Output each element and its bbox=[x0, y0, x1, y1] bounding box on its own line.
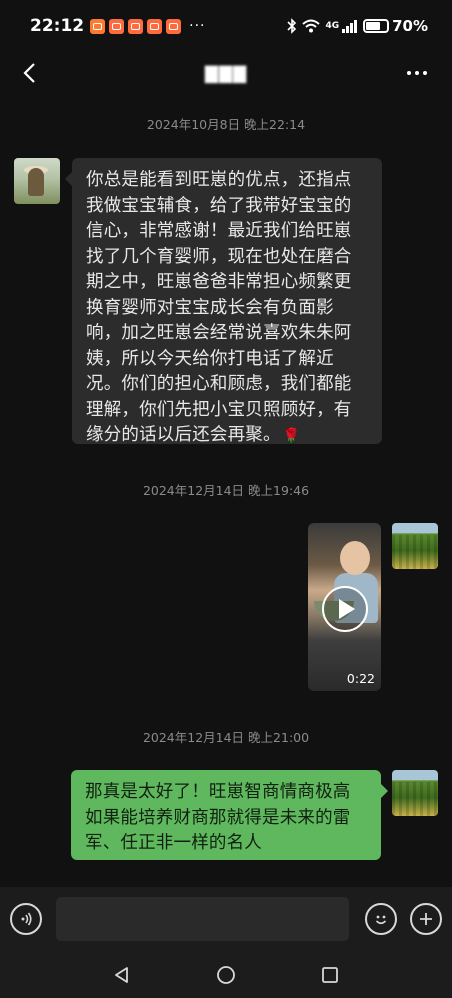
message-bubble-sent[interactable]: 那真是太好了！旺崽智商情商极高如果能培养财商那就得是未来的雷军、任正非一样的名人 bbox=[71, 770, 388, 860]
emoji-button[interactable] bbox=[365, 903, 397, 935]
chat-title: ▇▇▇ bbox=[204, 64, 248, 84]
battery-level-fill bbox=[366, 22, 381, 30]
signal-icon bbox=[342, 20, 358, 33]
bluetooth-icon bbox=[287, 18, 297, 34]
status-right: 4G 70% bbox=[287, 17, 428, 35]
chat-screen: 22:12 ··· 4G 70% ▇▇▇ 2024年10月8日 晚上22:14 … bbox=[0, 0, 452, 998]
more-notifications-indicator: ··· bbox=[189, 18, 206, 34]
system-navigation-bar bbox=[0, 951, 452, 998]
app-notification-icon bbox=[147, 18, 163, 34]
more-dots-icon bbox=[407, 71, 411, 75]
app-notification-icon bbox=[166, 18, 182, 34]
play-button[interactable] bbox=[322, 586, 368, 632]
message-text: 那真是太好了！旺崽智商情商极高如果能培养财商那就得是未来的雷军、任正非一样的名人 bbox=[85, 782, 351, 853]
app-notification-icon bbox=[90, 18, 106, 34]
app-notification-icon bbox=[128, 18, 144, 34]
message-bubble-received[interactable]: 你总是能看到旺崽的优点，还指点我做宝宝辅食，给了我带好宝宝的信心，非常感谢！最近… bbox=[65, 158, 382, 445]
voice-icon bbox=[21, 912, 32, 926]
rose-emoji: 🌹 bbox=[282, 428, 301, 444]
system-back-button[interactable] bbox=[110, 963, 134, 987]
battery-indicator: 70% bbox=[363, 17, 428, 35]
network-type-label: 4G bbox=[325, 21, 340, 31]
system-home-button[interactable] bbox=[214, 963, 238, 987]
triangle-back-icon bbox=[115, 966, 128, 983]
self-avatar[interactable] bbox=[392, 523, 438, 569]
more-options-button[interactable] bbox=[402, 58, 432, 88]
app-notification-icon bbox=[109, 18, 125, 34]
circle-home-icon bbox=[217, 965, 235, 984]
battery-icon bbox=[363, 19, 390, 33]
video-message[interactable]: 0:22 bbox=[308, 523, 381, 691]
self-avatar[interactable] bbox=[392, 770, 438, 816]
play-icon bbox=[339, 599, 355, 619]
chat-input-bar bbox=[0, 887, 452, 951]
plus-icon bbox=[420, 913, 432, 925]
battery-percent: 70% bbox=[392, 17, 428, 35]
chat-header: ▇▇▇ bbox=[0, 52, 452, 96]
message-timestamp: 2024年12月14日 晚上21:00 bbox=[142, 730, 310, 745]
system-recent-button[interactable] bbox=[318, 963, 342, 987]
message-input[interactable] bbox=[56, 897, 349, 941]
plus-button[interactable] bbox=[410, 903, 442, 935]
chevron-left-icon bbox=[23, 63, 35, 83]
video-duration: 0:22 bbox=[346, 671, 375, 686]
message-timestamp: 2024年10月8日 晚上22:14 bbox=[146, 117, 306, 132]
back-button[interactable] bbox=[14, 58, 44, 88]
message-text: 你总是能看到旺崽的优点，还指点我做宝宝辅食，给了我带好宝宝的信心，非常感谢！最近… bbox=[86, 170, 352, 445]
message-timestamp: 2024年12月14日 晚上19:46 bbox=[142, 483, 310, 498]
status-bar: 22:12 ··· 4G 70% bbox=[0, 0, 452, 52]
square-recent-icon bbox=[322, 966, 338, 983]
status-time: 22:12 bbox=[30, 16, 85, 36]
wifi-icon bbox=[302, 19, 321, 33]
voice-button[interactable] bbox=[10, 903, 42, 935]
notification-icons: ··· bbox=[90, 18, 205, 34]
contact-avatar[interactable] bbox=[14, 158, 60, 204]
emoji-icon bbox=[375, 915, 387, 925]
